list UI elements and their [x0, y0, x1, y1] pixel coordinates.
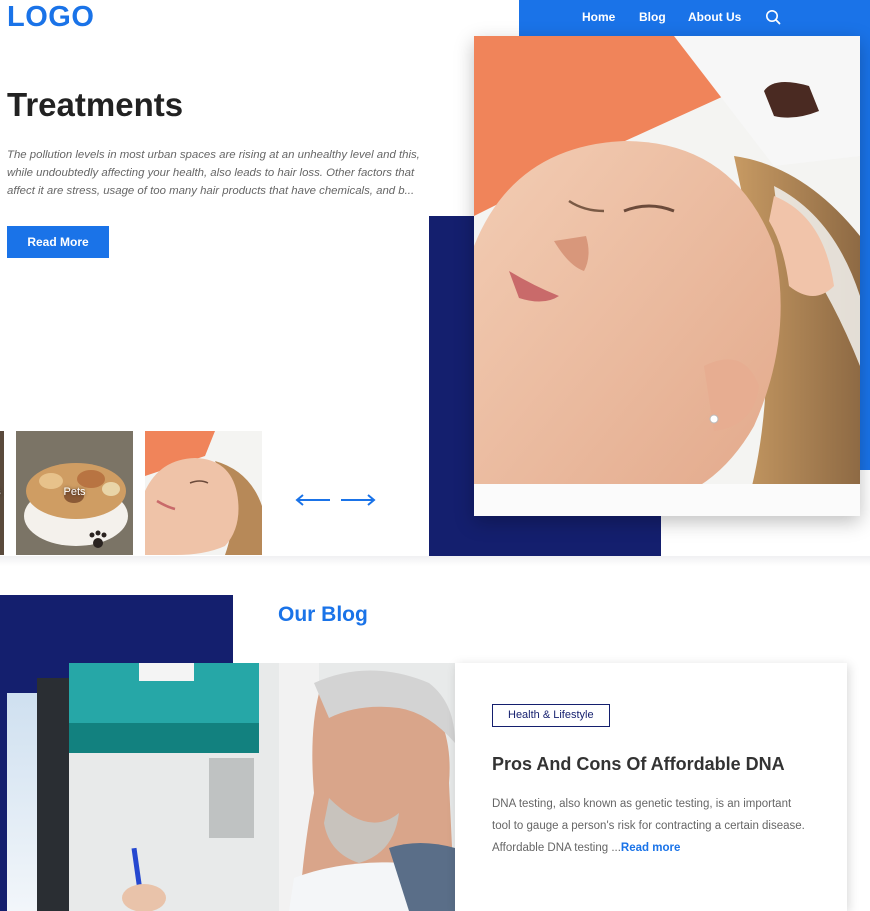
- nav-item-home[interactable]: Home: [582, 10, 615, 24]
- arrow-right-icon[interactable]: [339, 492, 377, 508]
- category-badge[interactable]: Health & Lifestyle: [492, 704, 610, 727]
- search-icon[interactable]: [764, 8, 782, 26]
- carousel-thumbnail-treatments[interactable]: [145, 431, 262, 555]
- carousel-thumbnail[interactable]: s: [0, 431, 4, 555]
- logo[interactable]: LOGO: [7, 1, 94, 34]
- blog-post-title[interactable]: Pros And Cons Of Affordable DNA: [492, 754, 785, 775]
- hero-description: The pollution levels in most urban space…: [7, 149, 420, 197]
- hero-image: [474, 36, 860, 516]
- page-title: Treatments: [7, 86, 184, 123]
- blog-post-excerpt: DNA testing, also known as genetic testi…: [492, 793, 812, 859]
- carousel-thumbnail-pets[interactable]: Pets: [16, 431, 133, 555]
- top-nav-bar: Home Blog About Us: [519, 0, 870, 36]
- read-more-button[interactable]: Read More: [7, 226, 109, 258]
- nav-item-about-us[interactable]: About Us: [688, 10, 741, 24]
- blog-post-image[interactable]: [69, 663, 455, 911]
- blog-post-card: Health & Lifestyle Pros And Cons Of Affo…: [455, 663, 847, 911]
- arrow-left-icon[interactable]: [294, 492, 332, 508]
- blog-heading: Our Blog: [278, 603, 368, 626]
- read-more-link[interactable]: Read more: [621, 842, 680, 854]
- thumbnail-label-pets: Pets: [63, 486, 86, 498]
- thumbnail-label: s: [0, 486, 4, 498]
- section-divider: [0, 556, 870, 566]
- nav-item-blog[interactable]: Blog: [639, 10, 666, 24]
